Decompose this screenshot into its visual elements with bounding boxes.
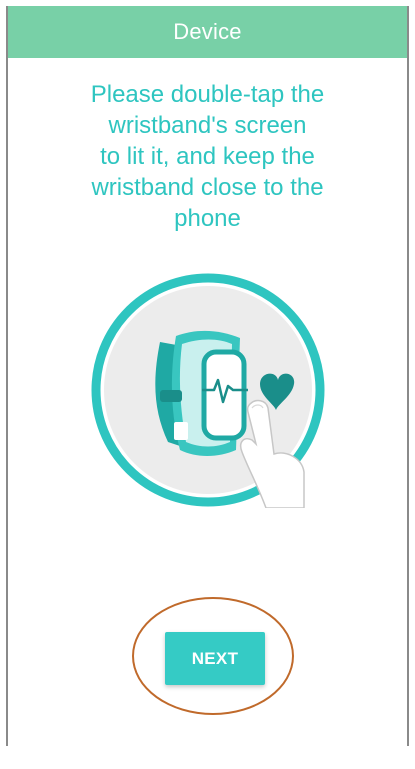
- page-title: Device: [173, 19, 242, 44]
- wristband-icon: [155, 330, 248, 456]
- next-button[interactable]: NEXT: [165, 632, 265, 685]
- app-header: Device: [6, 6, 409, 58]
- pairing-instruction: Please double-tap the wristband's screen…: [90, 81, 325, 232]
- wristband-tap-illustration: [91, 273, 325, 508]
